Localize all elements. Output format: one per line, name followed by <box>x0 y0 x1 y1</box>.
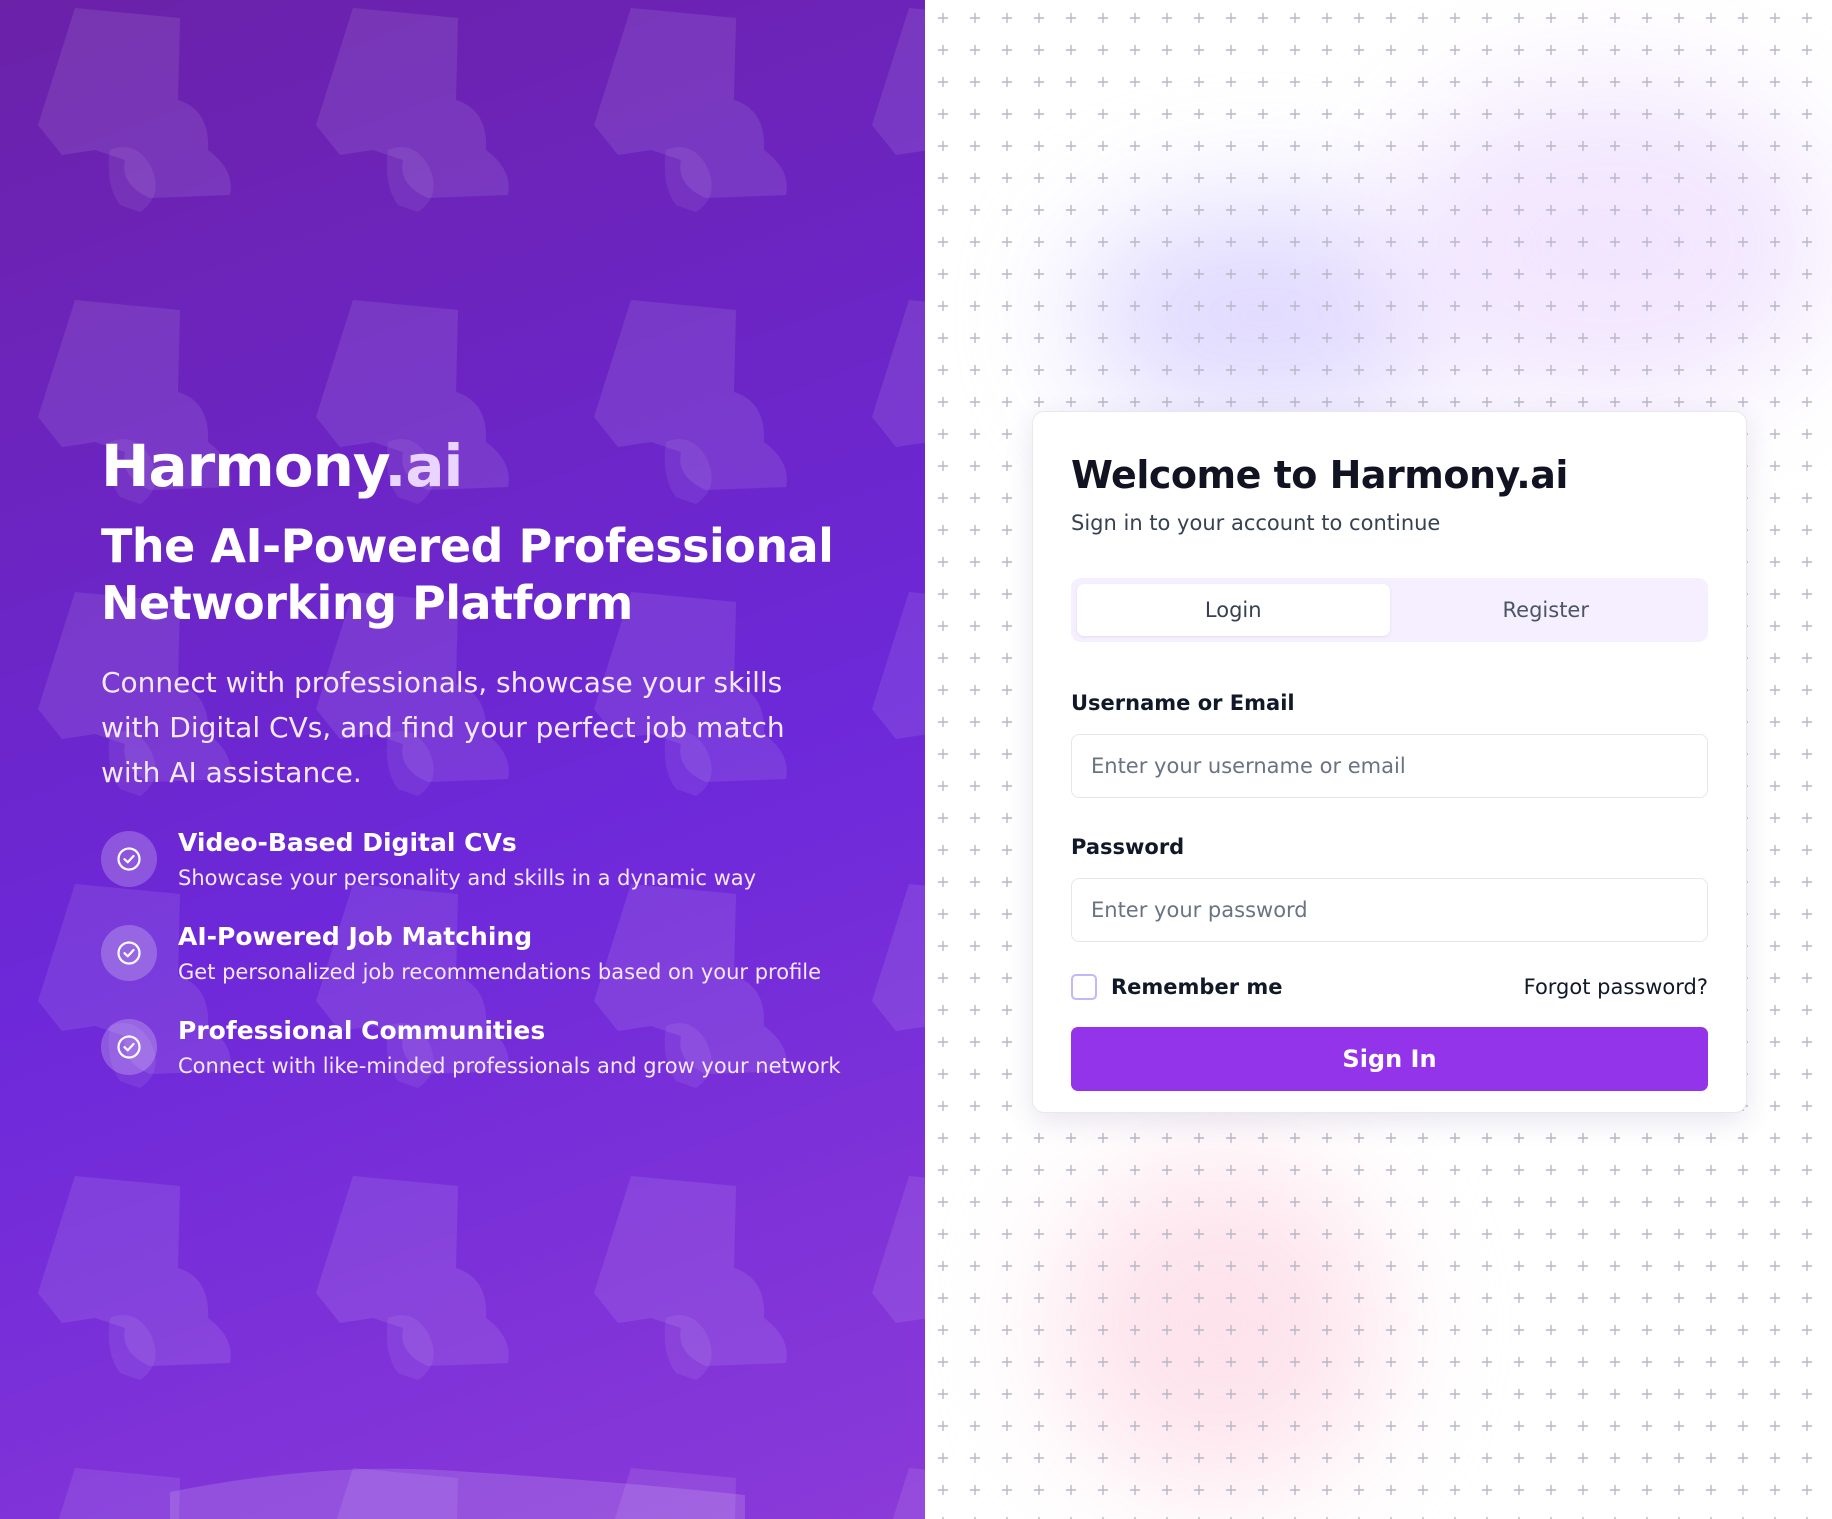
brand-name: Harmony <box>101 432 385 500</box>
tab-register[interactable]: Register <box>1390 584 1703 636</box>
feature-text: Video-Based Digital CVs Showcase your pe… <box>178 825 756 895</box>
feature-item: AI-Powered Job Matching Get personalized… <box>101 919 841 989</box>
hero-panel: Harmony.ai The AI-Powered Professional N… <box>0 0 925 1519</box>
tab-login[interactable]: Login <box>1077 584 1390 636</box>
remember-me[interactable]: Remember me <box>1071 974 1283 1000</box>
username-input[interactable] <box>1071 734 1708 798</box>
feature-description: Get personalized job recommendations bas… <box>178 960 822 984</box>
feature-text: AI-Powered Job Matching Get personalized… <box>178 919 821 989</box>
password-label: Password <box>1071 835 1185 859</box>
card-subtitle: Sign in to your account to continue <box>1071 511 1441 535</box>
check-circle-icon <box>101 1019 157 1075</box>
hero-content: Harmony.ai The AI-Powered Professional N… <box>101 428 841 1107</box>
hero-tagline-line-2: Networking Platform <box>101 576 633 630</box>
password-input[interactable] <box>1071 878 1708 942</box>
feature-title: Professional Communities <box>178 1016 546 1045</box>
sign-in-button[interactable]: Sign In <box>1071 1027 1708 1091</box>
check-circle-icon <box>101 925 157 981</box>
brand-logo-text: Harmony.ai <box>101 428 841 504</box>
auth-tabs: Login Register <box>1071 578 1708 642</box>
feature-item: Video-Based Digital CVs Showcase your pe… <box>101 825 841 895</box>
username-label: Username or Email <box>1071 691 1295 715</box>
brand-suffix: .ai <box>384 432 463 500</box>
feature-text: Professional Communities Connect with li… <box>178 1013 841 1083</box>
remember-me-checkbox[interactable] <box>1071 974 1097 1000</box>
feature-description: Connect with like-minded professionals a… <box>178 1054 841 1078</box>
check-circle-icon <box>101 831 157 887</box>
feature-item: Professional Communities Connect with li… <box>101 1013 841 1083</box>
forgot-password-link[interactable]: Forgot password? <box>1524 975 1708 999</box>
login-card: Welcome to Harmony.ai Sign in to your ac… <box>1032 411 1747 1113</box>
feature-title: Video-Based Digital CVs <box>178 828 517 857</box>
login-options-row: Remember me Forgot password? <box>1071 972 1708 1002</box>
hero-tagline: The AI-Powered Professional Networking P… <box>101 518 841 632</box>
feature-description: Showcase your personality and skills in … <box>178 866 757 890</box>
remember-me-label[interactable]: Remember me <box>1111 975 1283 999</box>
feature-title: AI-Powered Job Matching <box>178 922 533 951</box>
hero-tagline-line-1: The AI-Powered Professional <box>101 519 834 573</box>
feature-list: Video-Based Digital CVs Showcase your pe… <box>101 825 841 1083</box>
hero-description: Connect with professionals, showcase you… <box>101 666 785 789</box>
card-title: Welcome to Harmony.ai <box>1071 453 1568 497</box>
